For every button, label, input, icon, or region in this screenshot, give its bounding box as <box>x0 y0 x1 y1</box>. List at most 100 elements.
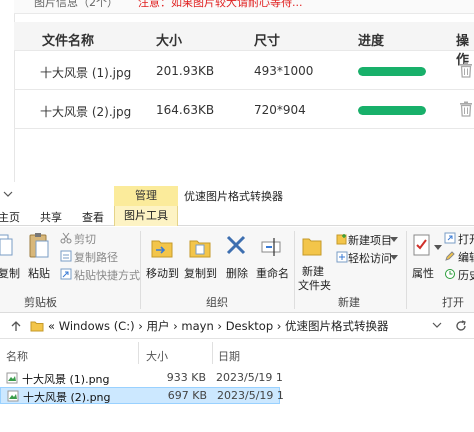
row-divider <box>14 50 474 51</box>
breadcrumb-user[interactable]: mayn <box>181 319 213 333</box>
breadcrumb-separator[interactable]: › <box>138 319 143 333</box>
dropdown-arrow-icon[interactable] <box>434 245 442 251</box>
png-file-icon <box>7 390 19 402</box>
new-item-button[interactable]: 新建项目 <box>348 232 392 248</box>
file-date: 2023/5/19 1 <box>216 371 283 384</box>
window-title: 优速图片格式转换器 <box>184 190 283 203</box>
copy-path-button[interactable]: 复制路径 <box>74 249 118 265</box>
dropdown-arrow-icon[interactable] <box>390 237 398 243</box>
file-date: 2023/5/19 1 <box>217 389 284 402</box>
paste-shortcut-icon[interactable] <box>60 268 72 280</box>
column-separator[interactable] <box>212 342 213 364</box>
column-separator[interactable] <box>138 342 139 364</box>
file-dimensions: 720*904 <box>254 103 306 117</box>
easy-access-button[interactable]: 轻松访问 <box>348 250 392 266</box>
progress-bar <box>358 106 426 115</box>
paste-shortcut-button[interactable]: 粘贴快捷方式 <box>74 267 140 283</box>
copy-button[interactable]: 复制 <box>0 265 20 281</box>
row-divider <box>14 89 474 90</box>
ribbon-panel: 复制 粘贴 剪切 复制路径 粘贴快捷方式 剪贴板 移动到 复制到 删除 重命名 … <box>0 227 474 313</box>
open-icon[interactable] <box>444 232 456 244</box>
new-item-icon[interactable] <box>336 233 348 245</box>
new-folder-icon[interactable] <box>302 233 322 259</box>
trash-icon[interactable] <box>459 62 473 78</box>
progress-bar <box>358 67 426 76</box>
address-dropdown-icon[interactable] <box>432 322 442 329</box>
properties-button[interactable]: 属性 <box>412 265 434 281</box>
copy-to-icon[interactable] <box>188 233 212 261</box>
breadcrumb[interactable]: « Windows (C:) › 用户 › mayn › Desktop › 优… <box>48 318 389 334</box>
tab-picture-tools[interactable]: 图片工具 <box>114 206 178 226</box>
col-header-size: 大小 <box>156 34 183 49</box>
col-header-progress: 进度 <box>358 34 385 49</box>
column-header-name[interactable]: 名称 <box>6 348 28 364</box>
breadcrumb-drive[interactable]: Windows (C:) <box>59 319 135 333</box>
col-header-filename: 文件名称 <box>42 34 95 49</box>
breadcrumb-users[interactable]: 用户 <box>147 319 170 333</box>
column-header-date[interactable]: 日期 <box>218 348 240 364</box>
breadcrumb-current-folder[interactable]: 优速图片格式转换器 <box>285 319 389 333</box>
move-to-icon[interactable] <box>150 233 174 261</box>
file-size: 933 KB <box>166 371 206 384</box>
png-file-icon <box>6 372 18 384</box>
progress-fill <box>358 67 426 76</box>
history-icon[interactable] <box>444 268 456 280</box>
cut-button[interactable]: 剪切 <box>74 231 96 247</box>
rename-button[interactable]: 重命名 <box>256 265 289 281</box>
ribbon-separator <box>294 231 295 309</box>
move-to-button[interactable]: 移动到 <box>146 265 179 281</box>
organize-group-label: 组织 <box>206 296 228 309</box>
file-name: 十大风景 (1).png <box>22 373 110 386</box>
history-button[interactable]: 历史 <box>458 267 474 283</box>
new-group-label: 新建 <box>338 296 360 309</box>
copy-path-icon[interactable] <box>60 250 72 262</box>
breadcrumb-overflow[interactable]: « <box>48 319 55 333</box>
image-info-strip: 图片信息（2个） 注意：如果图片较大请耐心等待... <box>14 0 474 14</box>
rename-icon[interactable] <box>260 233 284 261</box>
delete-icon[interactable] <box>224 233 248 261</box>
trash-icon[interactable] <box>459 101 473 117</box>
tab-share[interactable]: 共享 <box>40 209 62 225</box>
properties-icon[interactable] <box>412 233 432 259</box>
delete-button[interactable]: 删除 <box>226 265 248 281</box>
copy-to-button[interactable]: 复制到 <box>184 265 217 281</box>
edit-icon[interactable] <box>444 250 456 262</box>
ribbon-separator <box>140 231 141 309</box>
file-size: 164.63KB <box>156 103 215 117</box>
file-size: 201.93KB <box>156 64 215 78</box>
copy-icon[interactable] <box>0 233 14 259</box>
file-size: 697 KB <box>167 389 207 402</box>
tab-view[interactable]: 查看 <box>82 209 104 225</box>
edit-button[interactable]: 编辑 <box>458 249 474 265</box>
new-folder-button-line2[interactable]: 文件夹 <box>298 277 331 293</box>
address-bar[interactable]: « Windows (C:) › 用户 › mayn › Desktop › 优… <box>0 313 474 339</box>
file-row-selected[interactable]: 十大风景 (2).png 697 KB 2023/5/19 1 <box>0 387 284 404</box>
quick-access-chevron-icon[interactable] <box>2 188 14 200</box>
paste-button[interactable]: 粘贴 <box>28 265 50 281</box>
ribbon-tabs: 主页 共享 查看 <box>0 206 474 226</box>
clipboard-group-label: 剪贴板 <box>24 296 57 309</box>
tab-home[interactable]: 主页 <box>0 209 20 225</box>
file-name: 十大风景 (1).jpg <box>40 66 132 80</box>
easy-access-icon[interactable] <box>336 251 348 263</box>
ribbon-separator <box>406 231 407 309</box>
dropdown-arrow-icon[interactable] <box>390 255 398 261</box>
refresh-icon[interactable] <box>454 319 468 333</box>
breadcrumb-separator[interactable]: › <box>277 319 282 333</box>
breadcrumb-desktop[interactable]: Desktop <box>226 319 273 333</box>
open-group-label: 打开 <box>442 296 464 309</box>
breadcrumb-separator[interactable]: › <box>173 319 178 333</box>
col-header-dimensions: 尺寸 <box>254 34 281 49</box>
large-image-warning: 注意：如果图片较大请耐心等待... <box>138 0 303 9</box>
cut-icon[interactable] <box>60 232 72 244</box>
folder-icon <box>30 321 44 332</box>
breadcrumb-separator[interactable]: › <box>217 319 222 333</box>
file-name: 十大风景 (2).jpg <box>40 105 132 119</box>
open-button[interactable]: 打开 <box>458 231 474 247</box>
up-arrow-icon[interactable] <box>10 320 22 332</box>
paste-icon[interactable] <box>28 231 50 261</box>
file-row[interactable]: 十大风景 (1).png 933 KB 2023/5/19 1 <box>0 370 283 387</box>
row-divider <box>14 128 474 129</box>
column-header-size[interactable]: 大小 <box>146 348 168 364</box>
file-dimensions: 493*1000 <box>254 64 314 78</box>
